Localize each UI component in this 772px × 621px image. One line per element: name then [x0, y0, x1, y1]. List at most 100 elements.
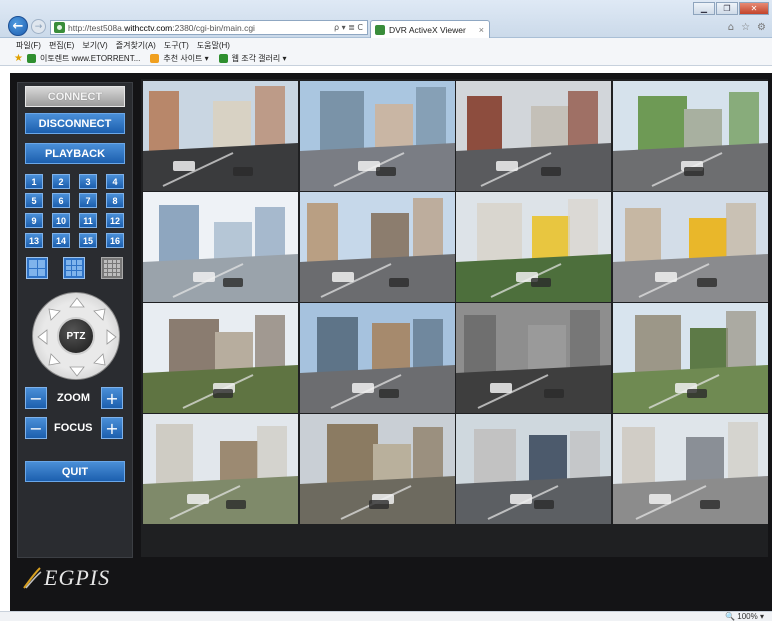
camera-feed-2[interactable]: [300, 81, 455, 191]
camera-feed-16[interactable]: [613, 414, 768, 524]
zoom-level[interactable]: 🔍 100% ▾: [725, 612, 764, 621]
layout-3x3-button[interactable]: [63, 257, 85, 279]
ptz-left-icon[interactable]: [37, 329, 48, 345]
connect-button[interactable]: CONNECT: [25, 86, 125, 107]
channel-button-8[interactable]: 8: [106, 193, 124, 208]
camera-feed-8[interactable]: [613, 192, 768, 302]
menu-favorites[interactable]: 즐겨찾기(A): [116, 40, 156, 51]
tab-favicon-icon: [375, 24, 385, 35]
tab-close-icon[interactable]: ×: [479, 25, 484, 35]
camera-feed-12[interactable]: [613, 303, 768, 413]
settings-gear-icon[interactable]: ⚙: [757, 22, 766, 33]
favorites-star-icon[interactable]: ☆: [741, 22, 750, 33]
logo-swoosh-icon: [23, 567, 42, 589]
address-bar[interactable]: http://test508a.withcctv.com:2380/cgi-bi…: [50, 20, 368, 35]
ptz-up-icon[interactable]: [69, 297, 85, 308]
layout-4x4-button[interactable]: [101, 257, 123, 279]
focus-label: FOCUS: [54, 422, 93, 434]
ptz-right-icon[interactable]: [106, 329, 117, 345]
channel-button-14[interactable]: 14: [52, 233, 70, 248]
camera-image: [456, 81, 611, 191]
focus-out-button[interactable]: −: [25, 417, 47, 439]
viewer-footer: [10, 558, 768, 608]
channel-button-1[interactable]: 1: [25, 174, 43, 189]
channel-button-2[interactable]: 2: [52, 174, 70, 189]
quit-button[interactable]: QUIT: [25, 461, 125, 482]
home-icon[interactable]: ⌂: [728, 22, 734, 33]
web-slice-icon: [218, 54, 228, 63]
camera-image: [613, 81, 768, 191]
ptz-down-icon[interactable]: [69, 366, 85, 377]
channel-button-15[interactable]: 15: [79, 233, 97, 248]
camera-image: [613, 192, 768, 302]
browser-toolbar-icons: ⌂ ☆ ⚙: [728, 22, 766, 33]
brand-logo: EGPIS: [22, 565, 110, 591]
favorite-suggested-sites[interactable]: 추천 사이트 ▾: [163, 53, 208, 64]
disconnect-button[interactable]: DISCONNECT: [25, 113, 125, 134]
minimize-button[interactable]: ▁: [693, 2, 715, 15]
camera-image: [613, 414, 768, 524]
address-tools-icons[interactable]: ρ ▾ ≣ C: [334, 23, 363, 32]
zoom-label: ZOOM: [57, 392, 90, 404]
zoom-out-button[interactable]: −: [25, 387, 47, 409]
logo-text: EGPIS: [44, 565, 111, 590]
ptz-up-left-icon[interactable]: [48, 308, 61, 321]
camera-feed-4[interactable]: [613, 81, 768, 191]
channel-button-4[interactable]: 4: [106, 174, 124, 189]
camera-feed-15[interactable]: [456, 414, 611, 524]
maximize-button[interactable]: ❐: [716, 2, 738, 15]
channel-button-6[interactable]: 6: [52, 193, 70, 208]
channel-button-5[interactable]: 5: [25, 193, 43, 208]
channel-button-12[interactable]: 12: [106, 213, 124, 228]
tab-title: DVR ActiveX Viewer: [389, 24, 466, 35]
layout-2x2-button[interactable]: [26, 257, 48, 279]
camera-image: [300, 192, 455, 302]
playback-button[interactable]: PLAYBACK: [25, 143, 125, 164]
ptz-up-right-icon[interactable]: [93, 308, 106, 321]
favorite-web-slice-gallery[interactable]: 웹 조각 갤러리 ▾: [232, 53, 287, 64]
camera-image: [143, 303, 298, 413]
menu-tools[interactable]: 도구(T): [164, 40, 189, 51]
close-window-button[interactable]: ✕: [739, 2, 769, 15]
favorites-star-icon[interactable]: ★: [14, 53, 23, 64]
ptz-down-right-icon[interactable]: [93, 353, 106, 366]
menu-file[interactable]: 파일(F): [16, 40, 41, 51]
camera-feed-3[interactable]: [456, 81, 611, 191]
menu-edit[interactable]: 편집(E): [49, 40, 74, 51]
menu-help[interactable]: 도움말(H): [197, 40, 230, 51]
camera-image: [300, 81, 455, 191]
camera-image: [300, 414, 455, 524]
camera-image: [613, 303, 768, 413]
channel-button-9[interactable]: 9: [25, 213, 43, 228]
ptz-center-button[interactable]: PTZ: [57, 317, 95, 355]
suggested-sites-icon: [150, 54, 160, 63]
forward-button[interactable]: →: [31, 19, 46, 34]
camera-feed-7[interactable]: [456, 192, 611, 302]
menu-bar: 파일(F) 편집(E) 보기(V) 즐겨찾기(A) 도구(T) 도움말(H): [0, 38, 772, 52]
camera-feed-1[interactable]: [143, 81, 298, 191]
window-controls: ▁ ❐ ✕: [693, 2, 769, 15]
back-button[interactable]: ←: [8, 16, 28, 36]
camera-feed-5[interactable]: [143, 192, 298, 302]
camera-feed-14[interactable]: [300, 414, 455, 524]
channel-button-7[interactable]: 7: [79, 193, 97, 208]
camera-feed-10[interactable]: [300, 303, 455, 413]
focus-in-button[interactable]: +: [101, 417, 123, 439]
tab-dvr-viewer[interactable]: DVR ActiveX Viewer ×: [370, 20, 490, 38]
ptz-down-left-icon[interactable]: [48, 353, 61, 366]
camera-feed-11[interactable]: [456, 303, 611, 413]
page-favicon-icon: [54, 22, 65, 33]
channel-button-10[interactable]: 10: [52, 213, 70, 228]
camera-image: [300, 303, 455, 413]
camera-image: [143, 414, 298, 524]
channel-button-3[interactable]: 3: [79, 174, 97, 189]
camera-feed-13[interactable]: [143, 414, 298, 524]
zoom-in-button[interactable]: +: [101, 387, 123, 409]
channel-button-13[interactable]: 13: [25, 233, 43, 248]
channel-button-16[interactable]: 16: [106, 233, 124, 248]
camera-feed-6[interactable]: [300, 192, 455, 302]
favorite-etorrent[interactable]: 이토렌트 www.ETORRENT...: [40, 53, 140, 64]
channel-button-11[interactable]: 11: [79, 213, 97, 228]
menu-view[interactable]: 보기(V): [82, 40, 107, 51]
camera-feed-9[interactable]: [143, 303, 298, 413]
